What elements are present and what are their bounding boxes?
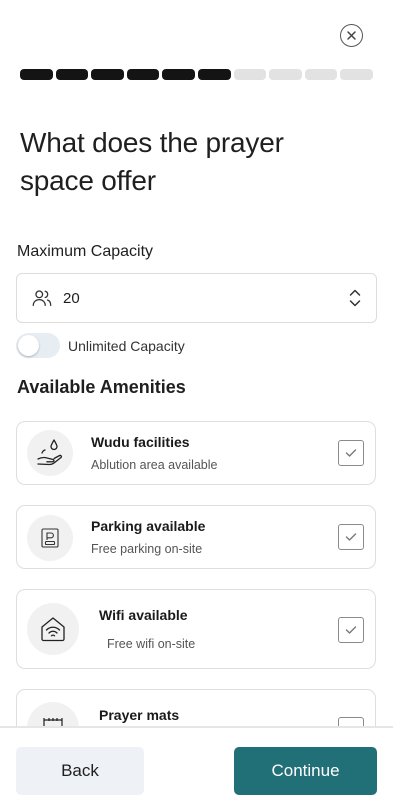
page-title: What does the prayer space offer bbox=[20, 127, 284, 196]
amenity-checkbox[interactable] bbox=[338, 524, 364, 550]
unlimited-capacity-label: Unlimited Capacity bbox=[68, 337, 185, 354]
progress-step-pending bbox=[269, 69, 302, 80]
amenity-card-wudu[interactable]: Wudu facilities Ablution area available bbox=[16, 421, 376, 485]
bottom-action-bar: Back Continue bbox=[0, 726, 393, 812]
wudu-hand-water-icon bbox=[27, 430, 73, 476]
people-icon bbox=[32, 290, 52, 306]
amenity-name: Wifi available bbox=[99, 607, 188, 623]
capacity-value: 20 bbox=[63, 289, 80, 307]
progress-step-complete bbox=[197, 69, 231, 80]
amenity-desc: Ablution area available bbox=[91, 458, 218, 472]
close-icon bbox=[347, 31, 356, 40]
progress-step-pending bbox=[233, 69, 267, 80]
check-icon bbox=[345, 626, 357, 634]
check-icon bbox=[345, 533, 357, 541]
capacity-input[interactable]: 20 bbox=[16, 273, 377, 323]
progress-step-pending bbox=[304, 69, 338, 80]
amenity-checkbox[interactable] bbox=[338, 440, 364, 466]
amenity-card-parking[interactable]: Parking available Free parking on-site bbox=[16, 505, 376, 569]
unlimited-capacity-toggle[interactable] bbox=[16, 333, 60, 358]
up-down-chevron-icon[interactable] bbox=[348, 287, 362, 309]
amenity-desc: Free wifi on-site bbox=[107, 637, 196, 651]
progress-step-complete bbox=[91, 69, 124, 80]
amenity-name: Prayer mats bbox=[99, 707, 180, 723]
close-button[interactable] bbox=[340, 24, 363, 47]
back-button[interactable]: Back bbox=[16, 747, 144, 795]
unlimited-capacity-row: Unlimited Capacity bbox=[16, 333, 185, 358]
progress-bar bbox=[20, 69, 373, 81]
progress-step-complete bbox=[55, 69, 89, 80]
progress-step-complete bbox=[20, 69, 53, 80]
wifi-icon bbox=[27, 603, 79, 655]
progress-step-complete bbox=[162, 69, 195, 80]
amenity-checkbox[interactable] bbox=[338, 617, 364, 643]
parking-sign-icon bbox=[27, 515, 73, 561]
amenity-name: Parking available bbox=[91, 518, 206, 534]
amenity-card-wifi[interactable]: Wifi available Free wifi on-site bbox=[16, 589, 376, 669]
check-icon bbox=[345, 449, 357, 457]
progress-step-complete bbox=[126, 69, 160, 80]
capacity-label: Maximum Capacity bbox=[17, 243, 154, 260]
amenity-name: Wudu facilities bbox=[91, 434, 190, 450]
amenity-desc: Free parking on-site bbox=[91, 542, 203, 556]
continue-button[interactable]: Continue bbox=[234, 747, 377, 795]
amenities-title: Available Amenities bbox=[17, 377, 186, 397]
progress-step-pending bbox=[340, 69, 373, 80]
